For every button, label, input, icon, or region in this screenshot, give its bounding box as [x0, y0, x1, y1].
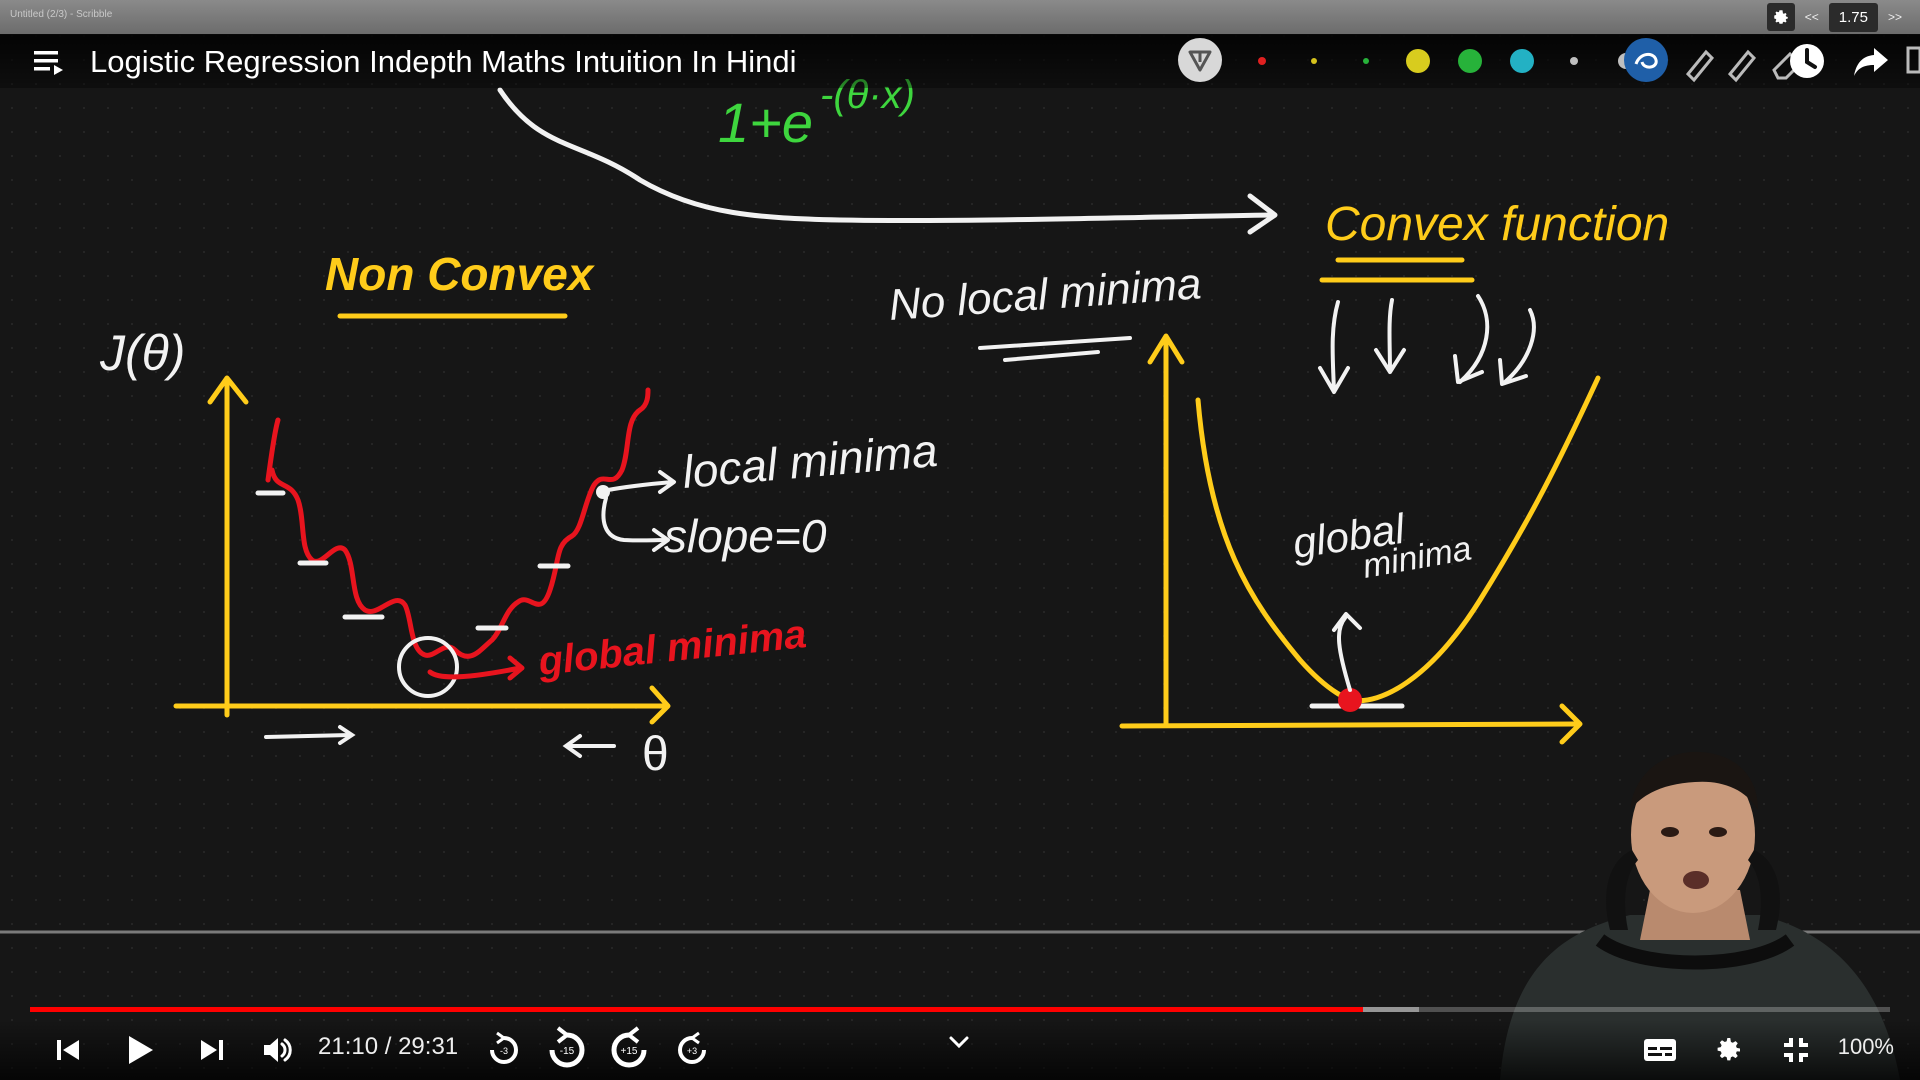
next-button[interactable] [194, 1030, 230, 1070]
subtitles-button[interactable] [1640, 1030, 1680, 1070]
local-minima-label: local minima [680, 424, 939, 498]
speed-increase-button[interactable]: >> [1882, 10, 1908, 24]
global-minima-right-pointer [1332, 612, 1362, 692]
convex-x-axis [1119, 721, 1579, 729]
progress-bar[interactable] [30, 1002, 1890, 1016]
browser-tab-strip: Untitled (2/3) - Scribble << 1.75 >> [0, 0, 1920, 35]
previous-button[interactable] [50, 1030, 86, 1070]
rewind-3-button[interactable]: -3 [482, 1030, 526, 1070]
palette-color-swatch[interactable] [1510, 49, 1534, 73]
global-minima-pointer [427, 665, 523, 680]
local-minima-dot [596, 485, 610, 499]
no-local-minima-underline-2 [1003, 350, 1100, 362]
player-title-bar: Logistic Regression Indepth Maths Intuit… [0, 34, 1920, 88]
player-controls: 21:10 / 29:31 -3 -15 +15 +3 100% [0, 1020, 1920, 1080]
playlist-menu-icon[interactable] [34, 48, 64, 76]
watch-later-icon[interactable] [1786, 40, 1828, 82]
global-minima-left-label: global minima [535, 612, 808, 684]
direction-arrow-right [264, 733, 352, 739]
speed-extension: << 1.75 >> [1766, 2, 1908, 32]
browser-tab-title: Untitled (2/3) - Scribble [10, 9, 113, 20]
forward-15-button[interactable]: +15 [604, 1026, 654, 1070]
current-time: 21:10 [318, 1033, 379, 1060]
y-axis-label: J(θ) [99, 325, 185, 381]
palette-color-swatch[interactable] [1458, 49, 1482, 73]
video-frame[interactable]: 1+e -(θ·x) Non Convex J(θ) global minima… [0, 0, 1920, 1080]
down-arrow-2 [1374, 298, 1406, 374]
global-minima-circle [397, 636, 459, 698]
forward-3-label: +3 [687, 1046, 697, 1056]
x-axis-label: θ [642, 728, 669, 781]
formula-fragment: 1+e [718, 91, 813, 154]
down-arrow-1 [1318, 300, 1350, 394]
progress-played [30, 1007, 1364, 1012]
toolbar-expand-icon[interactable] [1906, 46, 1920, 74]
toolbar-pen-icon[interactable] [1685, 49, 1715, 83]
palette-color-swatch[interactable] [1258, 57, 1266, 65]
slope-label: slope=0 [664, 510, 827, 562]
duration: 29:31 [398, 1033, 459, 1060]
time-separator: / [378, 1033, 399, 1060]
time-display: 21:10 / 29:31 [318, 1033, 458, 1061]
non-convex-curve [265, 387, 651, 659]
convex-heading: Convex function [1325, 198, 1669, 251]
rewind-15-label: -15 [560, 1046, 575, 1057]
exit-fullscreen-icon[interactable] [1776, 1030, 1816, 1070]
palette-color-swatch[interactable] [1363, 58, 1369, 64]
settings-gear-icon[interactable] [1708, 1030, 1748, 1070]
down-arrow-3 [1453, 294, 1490, 384]
palette-color-swatch[interactable] [1311, 58, 1317, 64]
non-convex-heading: Non Convex [325, 248, 596, 300]
no-local-minima-underline-1 [978, 336, 1132, 350]
toolbar-lasso-icon[interactable] [1624, 38, 1668, 82]
rewind-3-label: -3 [500, 1046, 508, 1056]
volume-icon[interactable] [258, 1030, 298, 1070]
forward-15-label: +15 [621, 1046, 638, 1057]
palette-color-swatch[interactable] [1570, 57, 1578, 65]
color-palette [1258, 49, 1634, 73]
share-icon[interactable] [1850, 40, 1892, 82]
no-local-minima-label: No local minima [887, 259, 1203, 330]
chevron-down-icon[interactable] [944, 1022, 974, 1062]
palette-color-swatch[interactable] [1406, 49, 1430, 73]
zoom-level: 100% [1837, 1034, 1894, 1059]
extension-gear-icon[interactable] [1766, 3, 1795, 31]
play-button[interactable] [120, 1030, 160, 1070]
speed-decrease-button[interactable]: << [1799, 10, 1825, 24]
forward-3-button[interactable]: +3 [670, 1030, 714, 1070]
down-arrow-4 [1498, 308, 1536, 386]
playback-speed-display: 1.75 [1828, 2, 1878, 32]
video-title[interactable]: Logistic Regression Indepth Maths Intuit… [90, 44, 797, 80]
toolbar-highlighter-icon[interactable] [1727, 49, 1757, 83]
rewind-15-button[interactable]: -15 [542, 1026, 592, 1070]
